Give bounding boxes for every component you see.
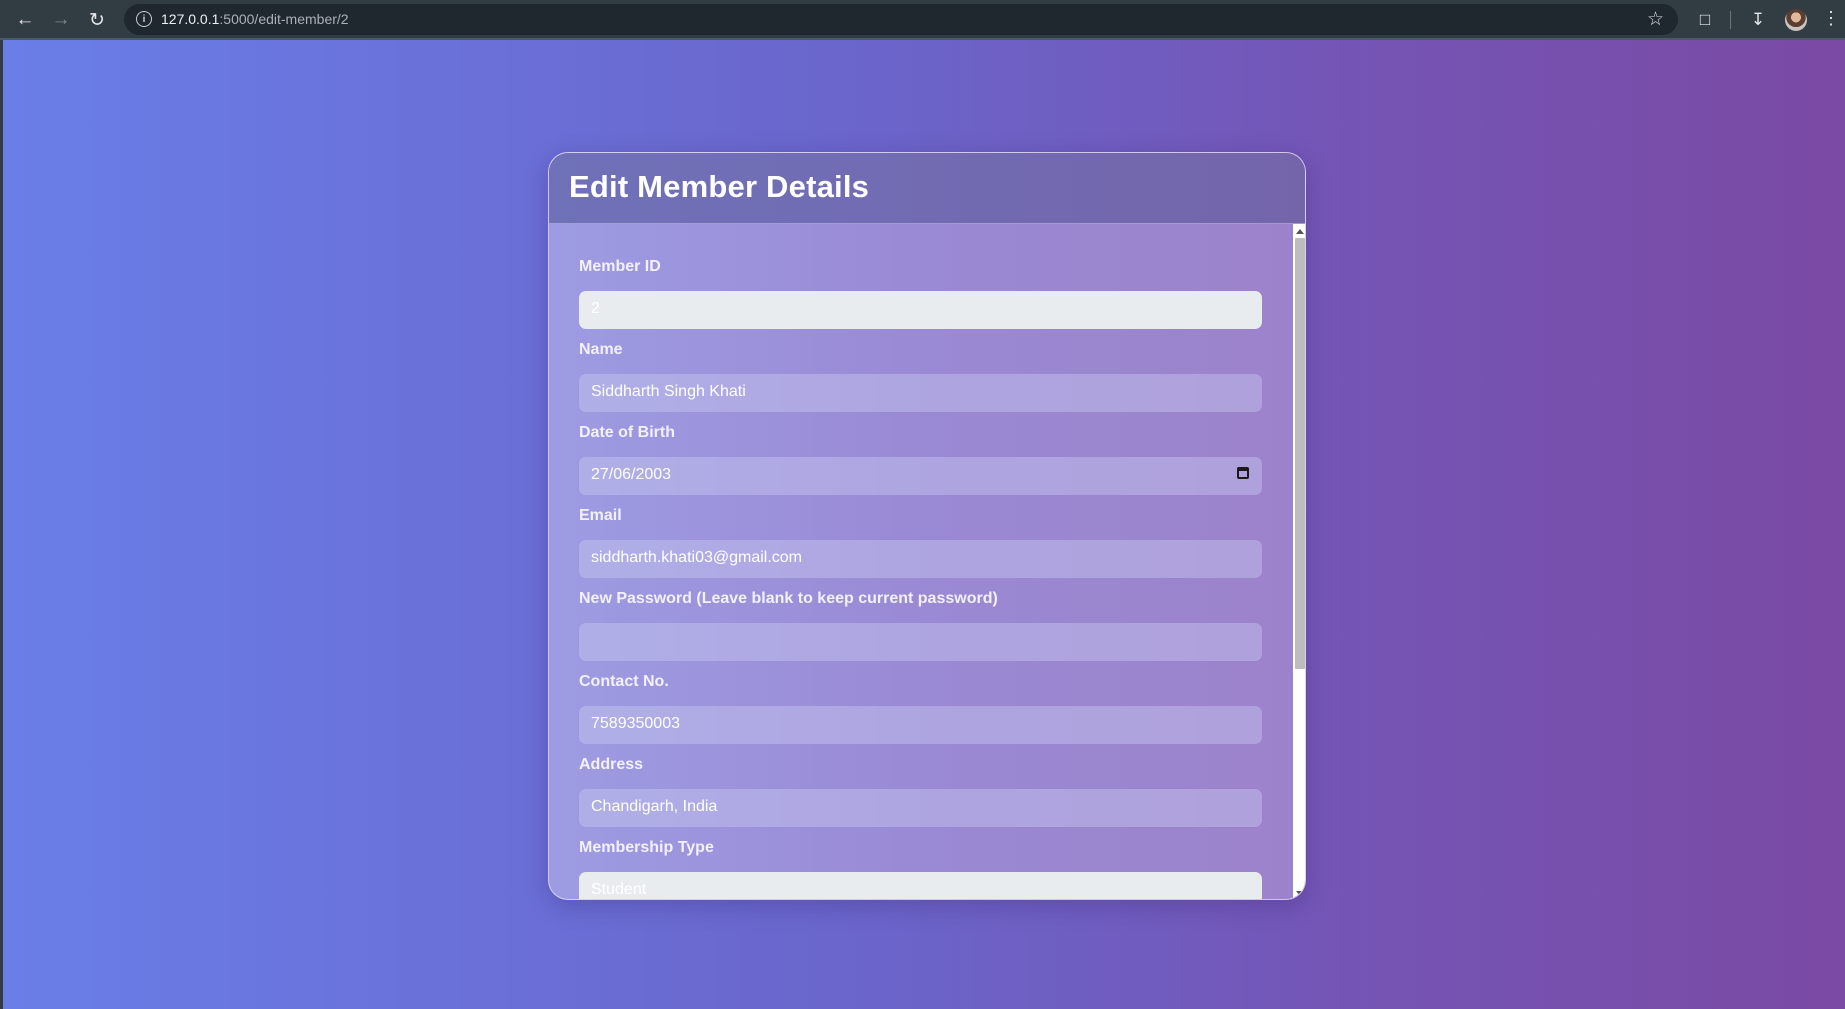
address-field: Address Chandigarh, India [579, 756, 1262, 827]
browser-toolbar: ← → ↻ i 127.0.0.1:5000/edit-member/2 ☆ □… [0, 0, 1845, 40]
extensions-icon[interactable]: □ [1693, 8, 1717, 32]
toolbar-divider [1730, 11, 1731, 29]
password-label: New Password (Leave blank to keep curren… [579, 590, 998, 607]
window-edge [0, 40, 3, 1009]
email-label: Email [579, 507, 622, 524]
dob-field: Date of Birth 27/06/2003 [579, 424, 1262, 495]
form-body: Member ID 2 Name Siddharth Singh Khati D… [549, 224, 1293, 899]
menu-icon[interactable]: ⋮ [1822, 8, 1840, 29]
edit-member-card: Edit Member Details Member ID 2 Name Sid… [548, 152, 1306, 900]
member-id-field: Member ID 2 [579, 258, 1262, 329]
name-field: Name Siddharth Singh Khati [579, 341, 1262, 412]
bookmark-star-icon[interactable]: ☆ [1647, 8, 1664, 31]
scrollbar-thumb[interactable] [1295, 238, 1305, 669]
contact-input[interactable]: 7589350003 [579, 706, 1262, 744]
membership-type-label: Membership Type [579, 839, 714, 856]
form-scrollbar[interactable] [1293, 224, 1305, 899]
site-info-icon[interactable]: i [136, 11, 152, 27]
address-label: Address [579, 756, 644, 773]
scroll-down-icon[interactable] [1296, 891, 1304, 896]
url-text[interactable]: 127.0.0.1:5000/edit-member/2 [161, 11, 349, 27]
reload-icon[interactable]: ↻ [84, 8, 110, 32]
member-id-input: 2 [579, 291, 1262, 329]
address-input[interactable]: Chandigarh, India [579, 789, 1262, 827]
page-title: Edit Member Details [569, 169, 870, 204]
calendar-icon[interactable] [1237, 467, 1249, 479]
email-field: Email siddharth.khati03@gmail.com [579, 507, 1262, 578]
dob-label: Date of Birth [579, 424, 675, 441]
member-id-label: Member ID [579, 258, 661, 275]
download-icon[interactable]: ↧ [1746, 8, 1770, 32]
membership-type-field: Membership Type Student [579, 839, 1262, 899]
password-field: New Password (Leave blank to keep curren… [579, 590, 1262, 661]
contact-field: Contact No. 7589350003 [579, 673, 1262, 744]
membership-type-input: Student [579, 872, 1262, 899]
password-input[interactable] [579, 623, 1262, 661]
contact-label: Contact No. [579, 673, 669, 690]
scroll-up-icon[interactable] [1296, 229, 1304, 234]
profile-avatar[interactable] [1785, 9, 1807, 31]
forward-icon[interactable]: → [48, 8, 74, 32]
email-input[interactable]: siddharth.khati03@gmail.com [579, 540, 1262, 578]
back-icon[interactable]: ← [12, 8, 38, 32]
card-header: Edit Member Details [549, 153, 1305, 224]
dob-input[interactable]: 27/06/2003 [579, 457, 1262, 495]
address-bar[interactable]: i 127.0.0.1:5000/edit-member/2 ☆ [124, 4, 1678, 35]
name-input[interactable]: Siddharth Singh Khati [579, 374, 1262, 412]
name-label: Name [579, 341, 623, 358]
